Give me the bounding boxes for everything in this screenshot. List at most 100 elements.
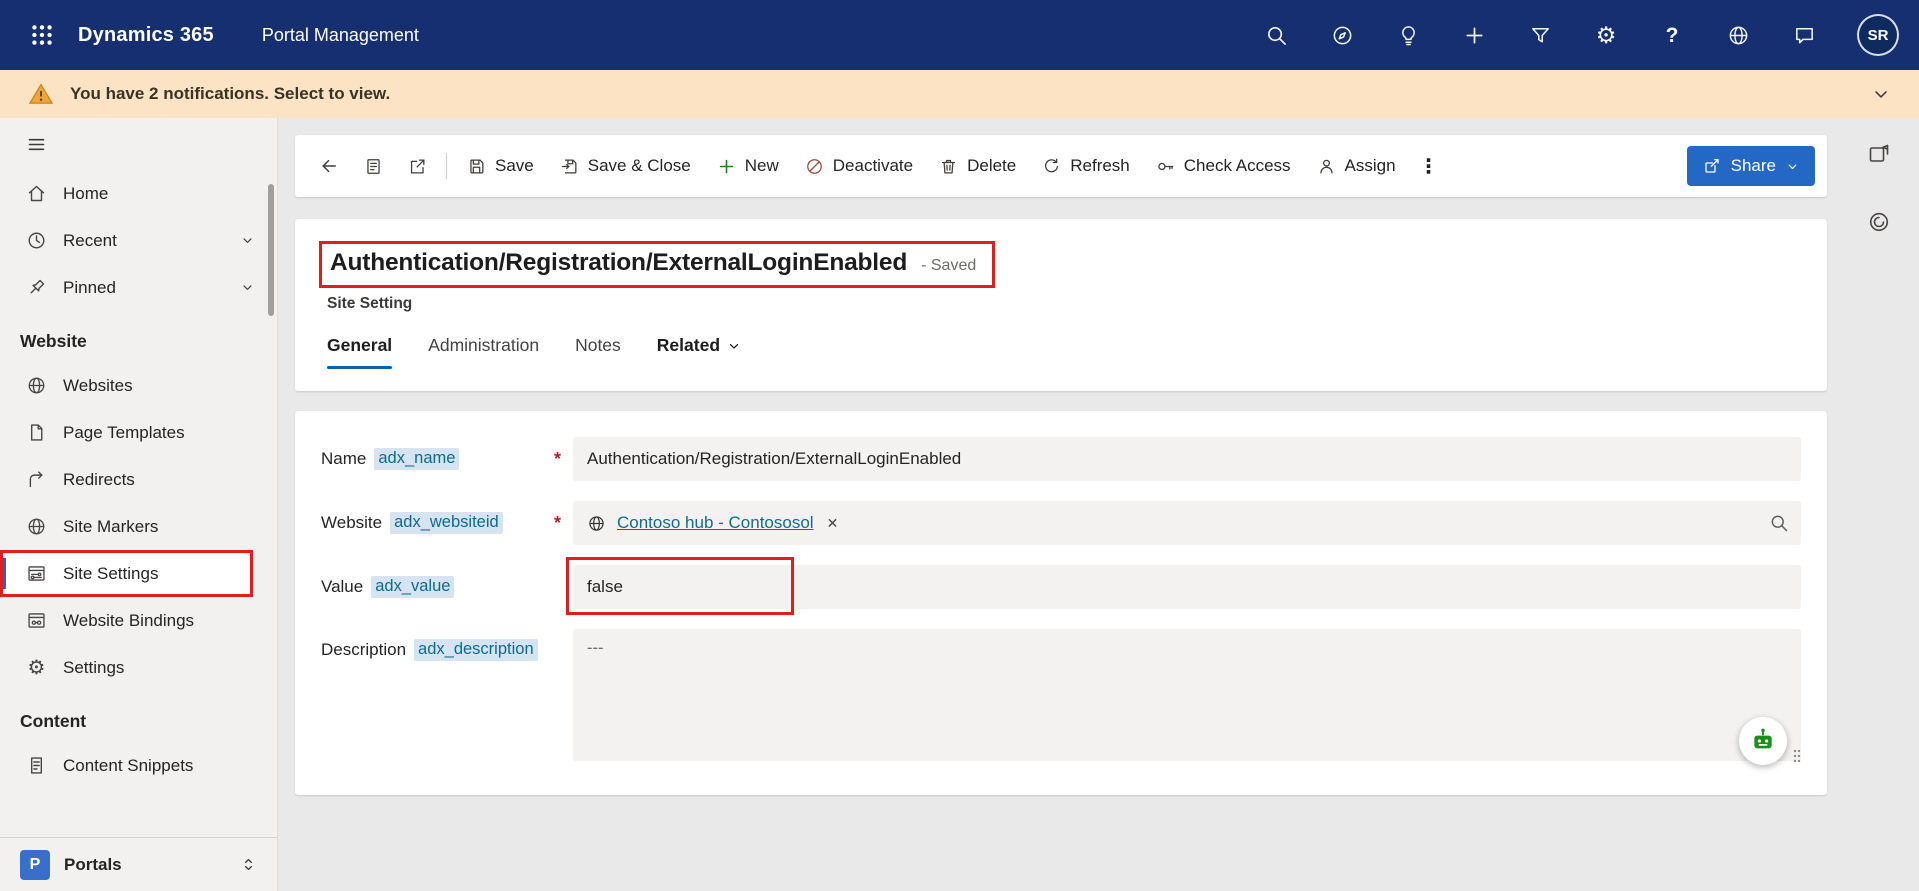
ellipsis-icon: ⋮ [1419,154,1439,179]
refresh-icon [1042,157,1061,176]
copilot-bot-button[interactable] [1739,717,1787,765]
compass-icon [1331,24,1354,47]
sidebar-scrollbar[interactable] [268,184,274,316]
sidebar-item-content-snippets[interactable]: Content Snippets [0,742,277,789]
sidebar-item-site-markers[interactable]: Site Markers [0,503,277,550]
sidebar-item-label: Websites [63,376,133,396]
top-navigation-bar: Dynamics 365 Portal Management ⚙ ? [0,0,1919,70]
compass-button[interactable] [1329,22,1355,48]
assign-label: Assign [1345,156,1396,176]
warning-icon [28,81,54,107]
filter-button[interactable] [1527,22,1553,48]
check-access-button[interactable]: Check Access [1143,144,1304,188]
brand-title[interactable]: Dynamics 365 [78,24,214,47]
sidebar-item-pinned[interactable]: Pinned [0,264,277,311]
value-input[interactable]: false [573,565,1801,609]
command-bar: Save Save & Close New Deactivate Delete [295,135,1827,197]
quick-create-button[interactable] [1461,22,1487,48]
share-label: Share [1731,156,1776,176]
required-indicator: * [554,449,561,470]
tab-related[interactable]: Related [657,335,741,369]
sidebar-item-websites[interactable]: Websites [0,362,277,409]
sidebar-group-content: Content [0,691,277,742]
sidebar-group-website: Website [0,311,277,362]
feedback-flag-button[interactable] [1867,142,1891,166]
annotation-box-title: Authentication/Registration/ExternalLogi… [319,241,995,288]
app-window: Dynamics 365 Portal Management ⚙ ? [0,0,1919,891]
waffle-menu-button[interactable] [20,13,64,57]
name-input[interactable]: Authentication/Registration/ExternalLogi… [573,437,1801,481]
description-input[interactable]: --- [573,629,1801,761]
check-access-label: Check Access [1184,156,1291,176]
hamburger-icon [26,134,47,155]
save-button[interactable]: Save [454,144,547,188]
more-commands-button[interactable]: ⋮ [1409,144,1449,188]
sidebar-item-label: Pinned [63,278,116,298]
sidebar-item-recent[interactable]: Recent [0,217,277,264]
notification-banner[interactable]: You have 2 notifications. Select to view… [0,70,1919,118]
copilot-icon [1867,210,1891,234]
teams-chat-button[interactable] [1791,22,1817,48]
globe-network-button[interactable] [1725,22,1751,48]
help-button[interactable]: ? [1659,22,1685,48]
sitemap-collapse-button[interactable] [0,118,277,170]
settings-button[interactable]: ⚙ [1593,22,1619,48]
account-avatar[interactable]: SR [1857,14,1899,56]
chevron-down-icon [727,339,741,353]
sidebar-item-settings[interactable]: ⚙ Settings [0,644,277,691]
main-content: Save Save & Close New Deactivate Delete [278,118,1919,891]
sidebar-item-website-bindings[interactable]: Website Bindings [0,597,277,644]
delete-button[interactable]: Delete [926,144,1029,188]
home-icon [26,183,47,204]
clock-icon [26,230,47,251]
deactivate-button[interactable]: Deactivate [792,144,926,188]
key-icon [1156,157,1175,176]
sidebar-item-page-templates[interactable]: Page Templates [0,409,277,456]
website-lookup-link[interactable]: Contoso hub - Contososol [617,513,814,533]
lightbulb-button[interactable] [1395,22,1421,48]
website-field-label: Website adx_websiteid * [321,512,573,534]
drag-grip-icon[interactable] [1793,749,1801,763]
form-icon [364,157,383,176]
assign-button[interactable]: Assign [1304,144,1409,188]
new-label: New [745,156,779,176]
tab-label: Notes [575,335,621,356]
chat-icon [1793,24,1816,47]
required-indicator: * [554,513,561,534]
field-label-text: Name [321,449,366,469]
search-button[interactable] [1263,22,1289,48]
topbar-actions: ⚙ ? SR [1263,14,1899,56]
form-selector-button[interactable] [351,144,395,188]
tab-label: Related [657,335,720,356]
app-name[interactable]: Portal Management [262,25,419,46]
record-title: Authentication/Registration/ExternalLogi… [330,249,907,277]
tab-notes[interactable]: Notes [575,335,621,369]
sidebar-item-home[interactable]: Home [0,170,277,217]
sidebar-item-label: Home [63,184,108,204]
sidebar-item-label: Site Markers [63,517,158,537]
tab-administration[interactable]: Administration [428,335,539,369]
refresh-button[interactable]: Refresh [1029,144,1143,188]
general-tab-form: Name adx_name * Authentication/Registrat… [295,411,1827,795]
back-button[interactable] [307,144,351,188]
new-button[interactable]: New [704,144,792,188]
chevron-down-icon [1786,160,1799,173]
copilot-pane-button[interactable] [1867,210,1891,234]
sidebar-item-site-settings[interactable]: Site Settings [0,550,253,597]
search-icon[interactable] [1769,513,1789,533]
save-and-close-button[interactable]: Save & Close [547,144,704,188]
remove-lookup-icon[interactable]: ✕ [827,515,839,532]
sidebar-item-label: Redirects [63,470,135,490]
record-header: Authentication/Registration/ExternalLogi… [295,219,1827,391]
page-icon [26,422,47,443]
open-in-new-window-button[interactable] [395,144,439,188]
sidebar-item-redirects[interactable]: Redirects [0,456,277,503]
bot-icon [1747,725,1779,757]
share-button[interactable]: Share [1687,146,1815,186]
chevron-down-icon[interactable] [1871,84,1891,104]
save-icon [467,157,486,176]
area-switcher-portals[interactable]: P Portals [0,837,277,891]
website-lookup-input[interactable]: Contoso hub - Contososol ✕ [573,501,1801,545]
tab-general[interactable]: General [327,335,392,369]
site-map-sidebar: Home Recent Pinned Website Websites Page… [0,118,278,891]
